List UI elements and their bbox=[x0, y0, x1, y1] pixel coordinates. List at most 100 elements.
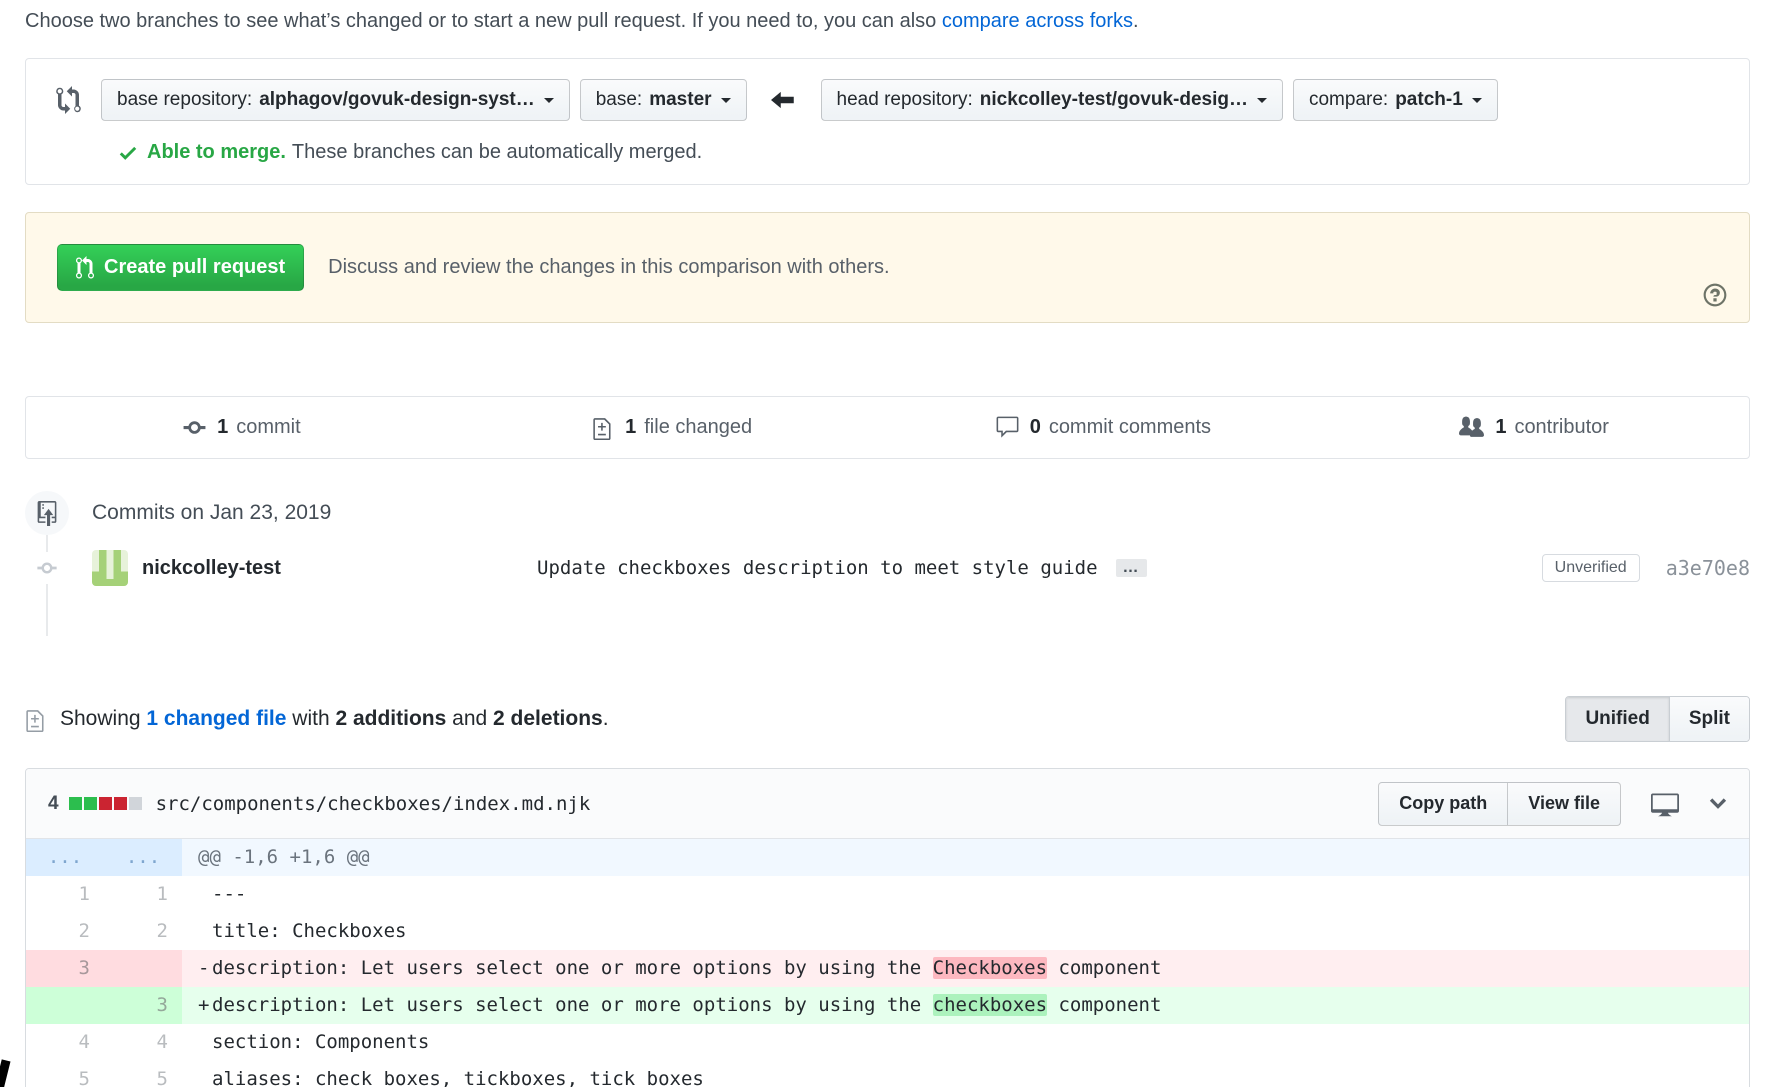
merge-status: Able to merge. These branches can be aut… bbox=[117, 141, 1729, 164]
changed-files-bar: Showing 1 changed file with 2 additions … bbox=[25, 696, 1750, 742]
caret-down-icon bbox=[1472, 98, 1482, 108]
line-number-new[interactable]: 3 bbox=[104, 987, 182, 1024]
commit-icon bbox=[182, 415, 207, 440]
arrow-left-icon bbox=[771, 87, 797, 113]
unverified-badge[interactable]: Unverified bbox=[1542, 554, 1640, 582]
diff-view-toggle: Unified Split bbox=[1565, 696, 1750, 742]
diff-line-text: component bbox=[1047, 994, 1161, 1016]
hunk-new-marker: ... bbox=[104, 839, 182, 876]
diff-line-text: title: Checkboxes bbox=[212, 920, 406, 942]
commit-sha[interactable]: a3e70e8 bbox=[1666, 556, 1750, 580]
diff-line-text: component bbox=[1047, 957, 1161, 979]
line-number-old[interactable]: 1 bbox=[26, 876, 104, 913]
hunk-header-text: @@ -1,6 +1,6 @@ bbox=[182, 839, 1749, 876]
check-icon bbox=[117, 142, 139, 164]
compare-branch-label: compare: bbox=[1309, 89, 1388, 111]
files-summary-text: Showing 1 changed file with 2 additions … bbox=[60, 707, 609, 731]
files-summary-period: . bbox=[603, 707, 609, 730]
diff-stats-bar: 1 commit 1 file changed 0 commit comment… bbox=[25, 396, 1750, 459]
changed-file-link[interactable]: 1 changed file bbox=[146, 707, 286, 730]
line-number-new[interactable]: 4 bbox=[104, 1024, 182, 1061]
base-branch-dropdown[interactable]: base: master bbox=[580, 79, 747, 121]
diff-added-word: checkboxes bbox=[933, 994, 1047, 1016]
rich-diff-button[interactable] bbox=[1651, 790, 1679, 818]
unified-view-button[interactable]: Unified bbox=[1566, 697, 1668, 741]
line-number-new[interactable]: 5 bbox=[104, 1061, 182, 1087]
diff-context-row: 1 1 --- bbox=[26, 876, 1749, 913]
stat-commits-label: commit bbox=[236, 416, 300, 439]
files-summary-and: and bbox=[446, 707, 493, 730]
base-repository-value: alphagov/govuk-design-syst… bbox=[259, 89, 535, 111]
chevron-down-icon bbox=[1709, 791, 1727, 817]
compare-branch-value: patch-1 bbox=[1395, 89, 1463, 111]
line-number-new[interactable]: 2 bbox=[104, 913, 182, 950]
create-pull-request-button[interactable]: Create pull request bbox=[57, 244, 304, 291]
repo-push-icon bbox=[25, 491, 69, 535]
intro-text-after: . bbox=[1133, 10, 1139, 32]
commits-timeline: Commits on Jan 23, 2019 nickcolley-test bbox=[25, 491, 1750, 636]
avatar[interactable] bbox=[92, 550, 128, 586]
file-header: 4 src/components/checkboxes/index.md.njk… bbox=[26, 769, 1749, 839]
head-repository-value: nickcolley-test/govuk-desig… bbox=[980, 89, 1248, 111]
line-number-old[interactable] bbox=[26, 987, 104, 1024]
diff-deleted-word: Checkboxes bbox=[933, 957, 1047, 979]
diff-context-row: 2 2 title: Checkboxes bbox=[26, 913, 1749, 950]
create-pr-banner: Create pull request Discuss and review t… bbox=[25, 212, 1750, 323]
commit-message[interactable]: Update checkboxes description to meet st… bbox=[537, 557, 1098, 579]
git-pull-request-icon bbox=[76, 256, 94, 280]
pr-banner-description: Discuss and review the changes in this c… bbox=[328, 256, 889, 279]
file-changes-count: 4 bbox=[48, 793, 59, 815]
diff-line-text: description: Let users select one or mor… bbox=[212, 994, 933, 1016]
compare-page: Choose two branches to see what’s change… bbox=[25, 0, 1750, 1087]
hunk-old-marker: ... bbox=[26, 839, 104, 876]
copy-path-button[interactable]: Copy path bbox=[1378, 782, 1508, 826]
line-number-old[interactable]: 5 bbox=[26, 1061, 104, 1087]
diff-hunk-row: ... ... @@ -1,6 +1,6 @@ bbox=[26, 839, 1749, 876]
cursor-artifact bbox=[0, 1059, 10, 1087]
compare-branch-dropdown[interactable]: compare: patch-1 bbox=[1293, 79, 1498, 121]
caret-down-icon bbox=[1257, 98, 1267, 108]
diff-line-text: --- bbox=[212, 883, 246, 905]
diff-sign: - bbox=[182, 950, 212, 987]
view-file-button[interactable]: View file bbox=[1508, 782, 1621, 826]
commit-author[interactable]: nickcolley-test bbox=[142, 557, 281, 580]
base-repository-dropdown[interactable]: base repository: alphagov/govuk-design-s… bbox=[101, 79, 570, 121]
stat-commit-comments[interactable]: 0 commit comments bbox=[888, 397, 1319, 458]
diff-addition-row: 3 +description: Let users select one or … bbox=[26, 987, 1749, 1024]
people-icon bbox=[1458, 415, 1485, 440]
file-path: src/components/checkboxes/index.md.njk bbox=[156, 793, 591, 815]
base-branch-label: base: bbox=[596, 89, 642, 111]
commits-date-header: Commits on Jan 23, 2019 bbox=[92, 501, 331, 525]
diff-deletion-row: 3 -description: Let users select one or … bbox=[26, 950, 1749, 987]
line-number-old[interactable]: 2 bbox=[26, 913, 104, 950]
diff-context-row: 5 5 aliases: check boxes, tickboxes, tic… bbox=[26, 1061, 1749, 1087]
file-diff-icon bbox=[25, 707, 48, 732]
monitor-icon bbox=[1651, 790, 1679, 818]
stat-contributors-count: 1 bbox=[1495, 416, 1506, 439]
caret-down-icon bbox=[721, 98, 731, 108]
diff-line-text: section: Components bbox=[212, 1031, 429, 1053]
stat-contributors-label: contributor bbox=[1514, 416, 1609, 439]
stat-commits[interactable]: 1 commit bbox=[26, 397, 457, 458]
commit-expand-button[interactable]: … bbox=[1116, 559, 1147, 577]
line-number-old[interactable]: 3 bbox=[26, 950, 104, 987]
stat-files-changed[interactable]: 1 file changed bbox=[457, 397, 888, 458]
create-pull-request-label: Create pull request bbox=[104, 256, 285, 279]
commit-row: nickcolley-test Update checkboxes descri… bbox=[92, 546, 1750, 590]
diffstat-icon bbox=[69, 797, 142, 810]
stat-files-count: 1 bbox=[625, 416, 636, 439]
merge-status-bold: Able to merge. bbox=[147, 141, 286, 164]
diff-file-container: 4 src/components/checkboxes/index.md.njk… bbox=[25, 768, 1750, 1087]
file-menu-chevron-button[interactable] bbox=[1709, 791, 1727, 817]
line-number-new[interactable] bbox=[104, 950, 182, 987]
line-number-old[interactable]: 4 bbox=[26, 1024, 104, 1061]
commit-node-icon bbox=[36, 552, 58, 584]
branch-selector-box: base repository: alphagov/govuk-design-s… bbox=[25, 58, 1750, 185]
split-view-button[interactable]: Split bbox=[1669, 697, 1749, 741]
line-number-new[interactable]: 1 bbox=[104, 876, 182, 913]
base-repository-label: base repository: bbox=[117, 89, 252, 111]
help-question-icon[interactable] bbox=[1703, 282, 1727, 308]
head-repository-dropdown[interactable]: head repository: nickcolley-test/govuk-d… bbox=[821, 79, 1283, 121]
stat-contributors[interactable]: 1 contributor bbox=[1318, 397, 1749, 458]
compare-across-forks-link[interactable]: compare across forks bbox=[942, 10, 1133, 32]
